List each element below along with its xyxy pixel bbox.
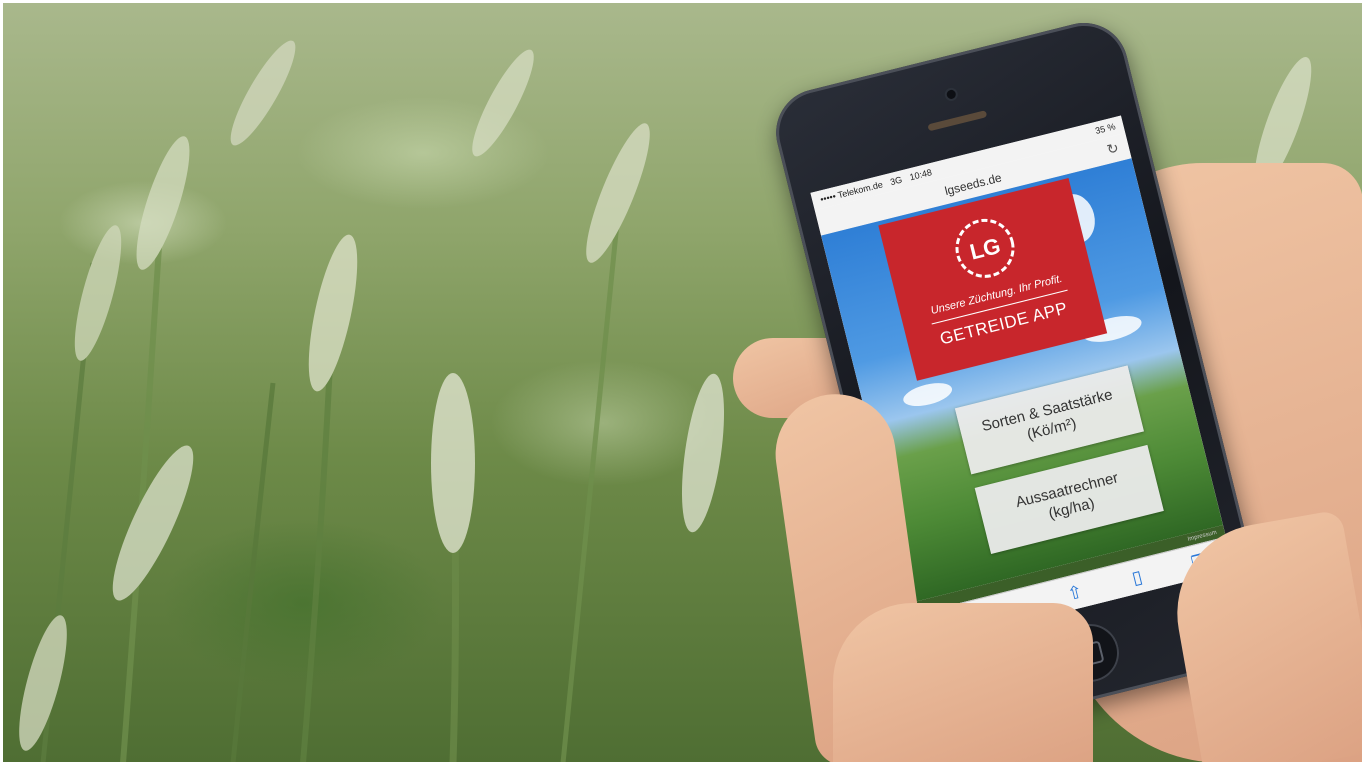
- ring-finger: [833, 603, 1093, 762]
- lg-logo-icon: LG: [955, 218, 1015, 278]
- app-title: GETREIDE APP: [938, 298, 1070, 349]
- share-icon[interactable]: ⇧: [1058, 579, 1092, 607]
- lg-logo-text: LG: [967, 233, 1003, 265]
- battery-label: 35 %: [1094, 121, 1117, 136]
- front-camera: [945, 88, 957, 100]
- reload-icon[interactable]: ↻: [1105, 139, 1120, 158]
- time-label: 10:48: [908, 167, 933, 183]
- cloud: [901, 378, 955, 411]
- earpiece-speaker: [927, 110, 988, 132]
- wheat-field-background: ••••• Telekom.de 3G 10:48 35 % lgseeds.d…: [3, 3, 1362, 762]
- book-icon[interactable]: ▯: [1120, 563, 1154, 591]
- network-label: 3G: [889, 174, 904, 188]
